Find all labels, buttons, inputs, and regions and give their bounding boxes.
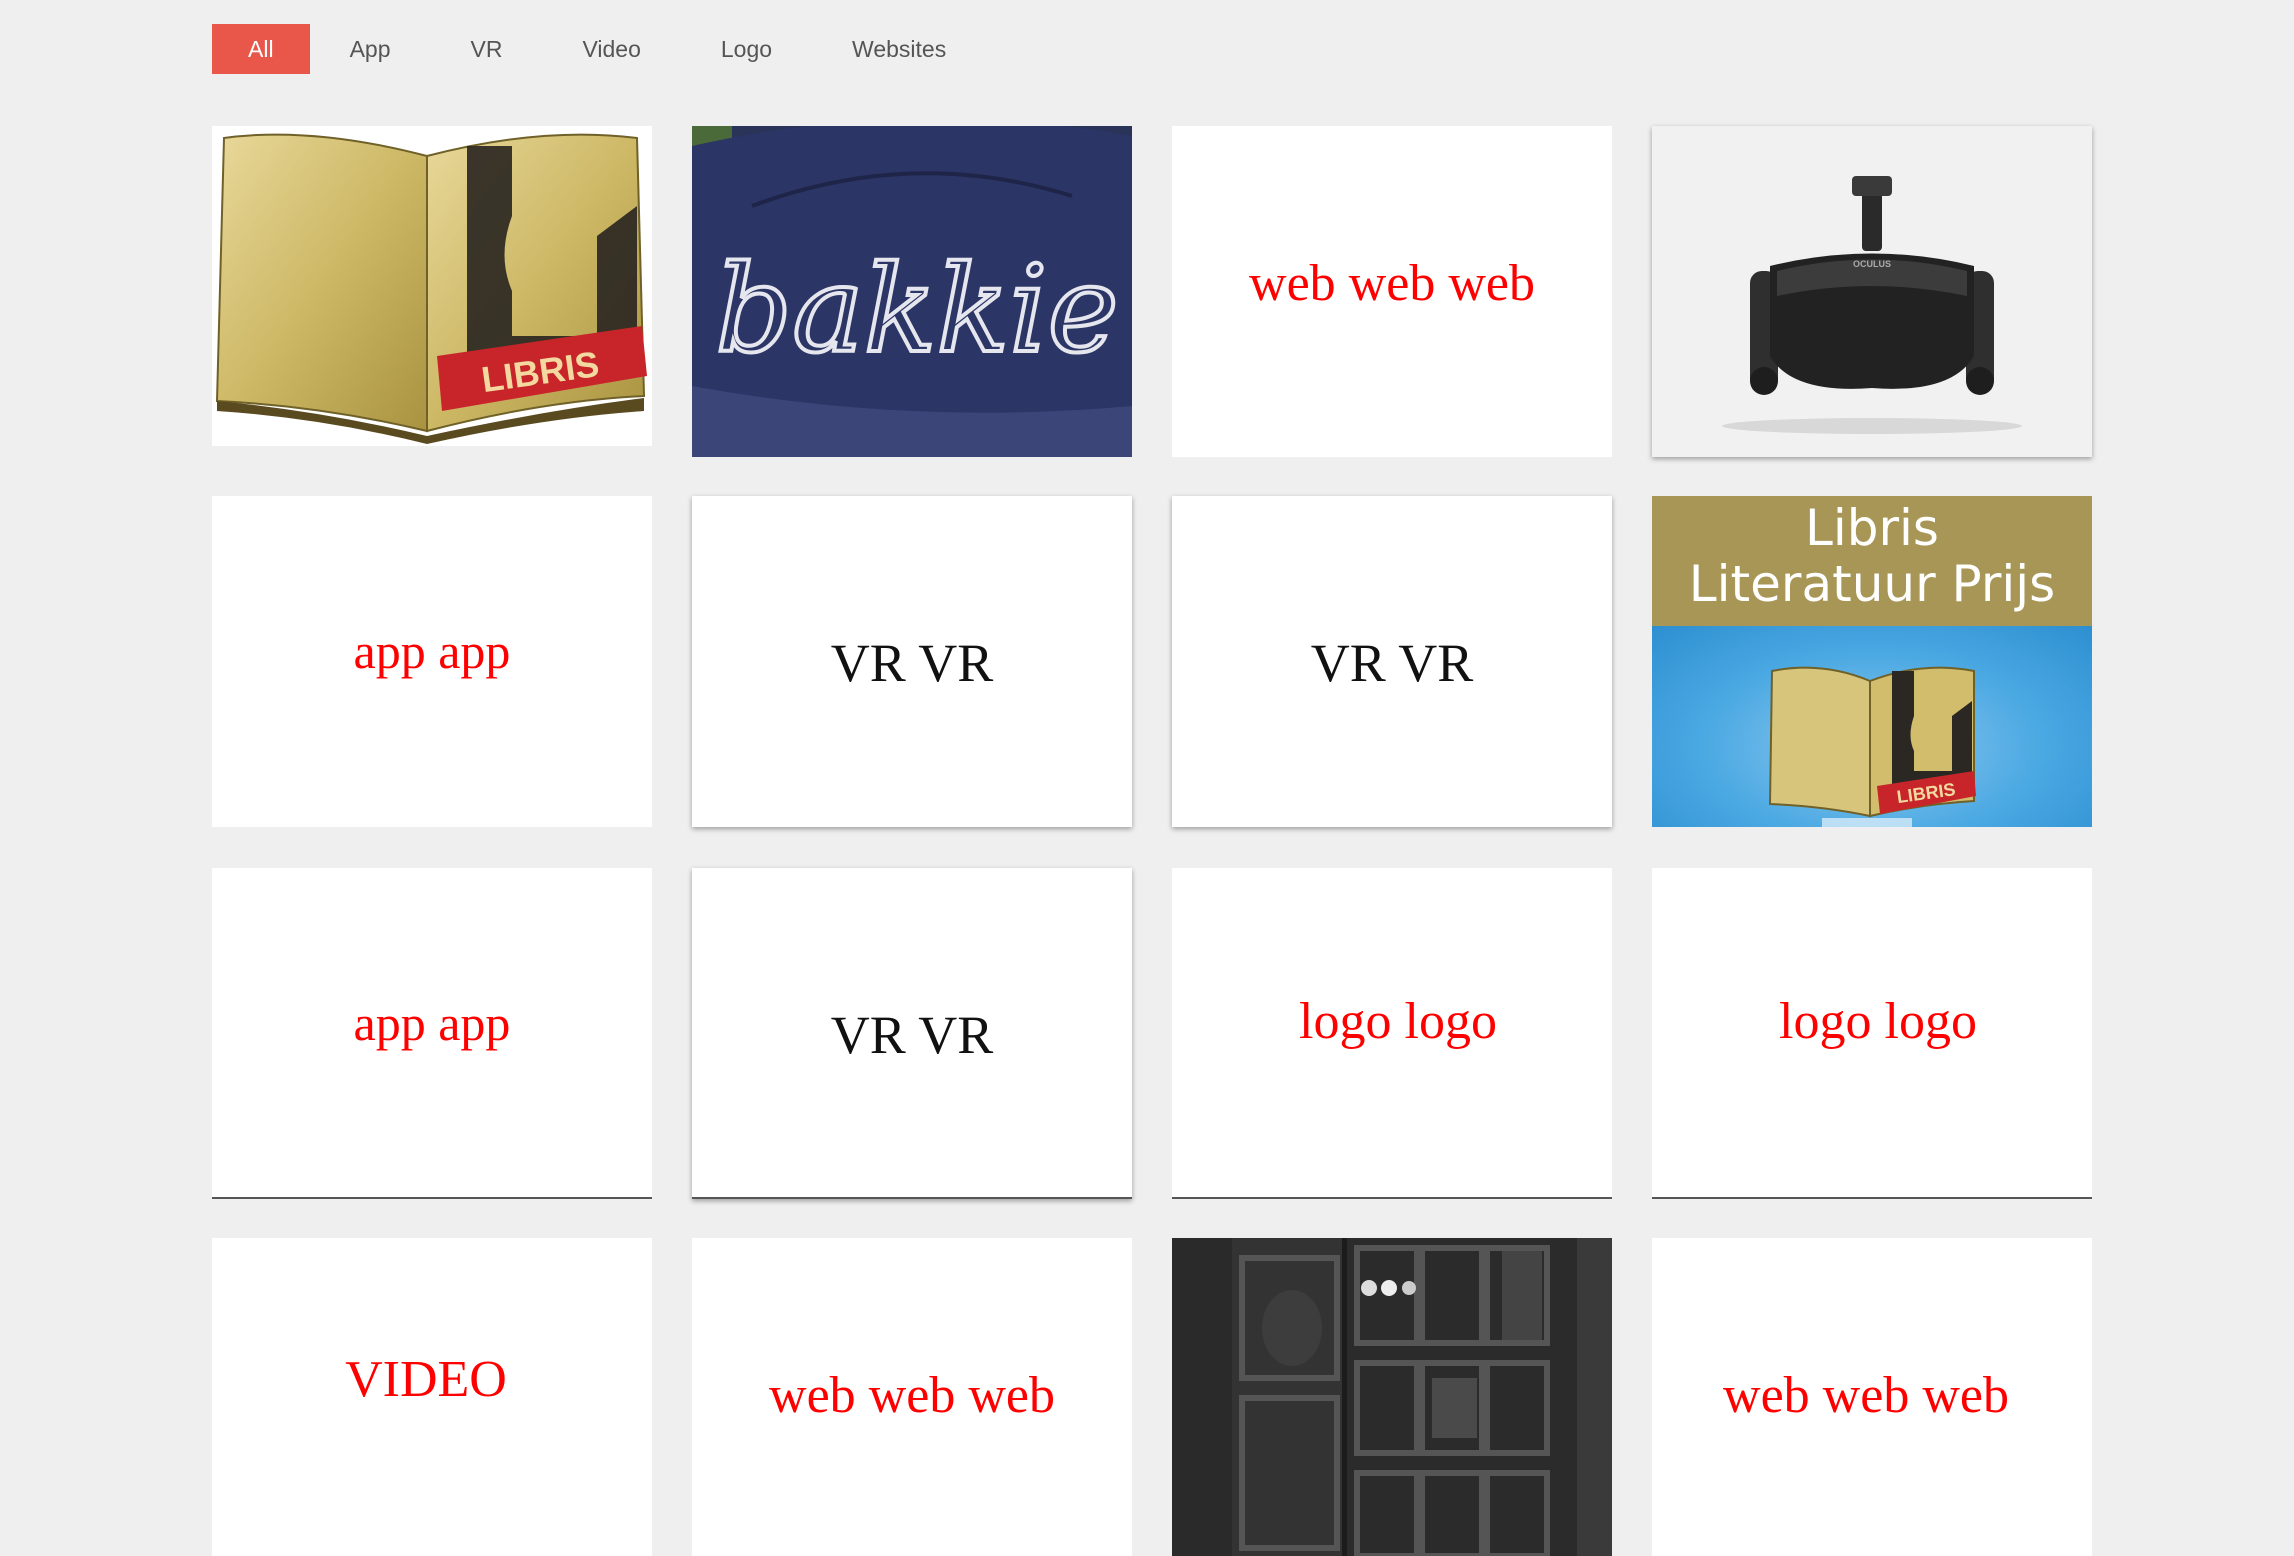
libris-book-image: LIBRIS	[215, 133, 647, 444]
libris-prijs-sky: LIBRIS	[1652, 626, 2092, 827]
tile-title: VR VR	[1310, 633, 1474, 693]
tile-title: VR VR	[830, 1005, 994, 1065]
tile-title: web web web	[1723, 1367, 2009, 1424]
filter-websites[interactable]: Websites	[824, 24, 974, 74]
portfolio-item-bw-photo[interactable]	[1172, 1238, 1612, 1556]
tile-title: web web web	[769, 1367, 1055, 1424]
portfolio-item-web[interactable]: web web web	[692, 1238, 1132, 1556]
bakkie-logo-text: bakkie	[715, 241, 1118, 380]
portfolio-item-app[interactable]: app app	[212, 868, 652, 1199]
oculus-logo-text: OCULUS	[1853, 259, 1891, 269]
portfolio-item-libris-prijs[interactable]: Libris Literatuur Prijs LIBRIS	[1652, 496, 2092, 827]
portfolio-item-vr[interactable]: VR VR	[692, 496, 1132, 827]
filter-vr[interactable]: VR	[443, 24, 531, 74]
portfolio-item-video[interactable]: VIDEO	[212, 1238, 652, 1556]
portfolio-item-web[interactable]: web web web	[1652, 1238, 2092, 1556]
filter-app[interactable]: App	[322, 24, 419, 74]
tile-title: VIDEO	[345, 1351, 507, 1408]
portfolio-item-vr[interactable]: VR VR	[1172, 496, 1612, 827]
libris-book-small-image: LIBRIS	[1768, 666, 1976, 827]
tile-title: web web web	[1249, 255, 1535, 312]
portfolio-item-logo[interactable]: logo logo	[1172, 868, 1612, 1199]
category-filter-bar: All App VR Video Logo Websites	[212, 24, 998, 74]
tile-title: logo logo	[1299, 993, 1497, 1050]
portfolio-item-libris-book[interactable]: LIBRIS	[212, 126, 652, 446]
tile-title: app app	[353, 623, 511, 679]
bw-window-photo-image	[1172, 1238, 1612, 1556]
portfolio-item-vr-headset[interactable]: OCULUS	[1652, 126, 2092, 457]
bakkie-cap-image: bakkie	[692, 126, 1132, 457]
portfolio-item-logo[interactable]: logo logo	[1652, 868, 2092, 1199]
portfolio-item-web[interactable]: web web web	[1172, 126, 1612, 457]
filter-logo[interactable]: Logo	[693, 24, 800, 74]
portfolio-item-bakkie-cap[interactable]: bakkie	[692, 126, 1132, 457]
libris-prijs-banner: Libris Literatuur Prijs	[1652, 496, 2092, 626]
libris-prijs-title-line1: Libris	[1805, 499, 1939, 557]
libris-prijs-title-line2: Literatuur Prijs	[1688, 555, 2056, 613]
portfolio-grid: LIBRIS bakkie web web web OCULUS app app…	[212, 126, 2092, 1556]
vr-headset-image: OCULUS	[1652, 126, 2092, 457]
portfolio-item-vr[interactable]: VR VR	[692, 868, 1132, 1199]
tile-title: app app	[353, 995, 511, 1051]
filter-video[interactable]: Video	[554, 24, 668, 74]
portfolio-item-app[interactable]: app app	[212, 496, 652, 827]
tile-title: logo logo	[1779, 993, 1977, 1050]
filter-all[interactable]: All	[212, 24, 310, 74]
tile-title: VR VR	[830, 633, 994, 693]
